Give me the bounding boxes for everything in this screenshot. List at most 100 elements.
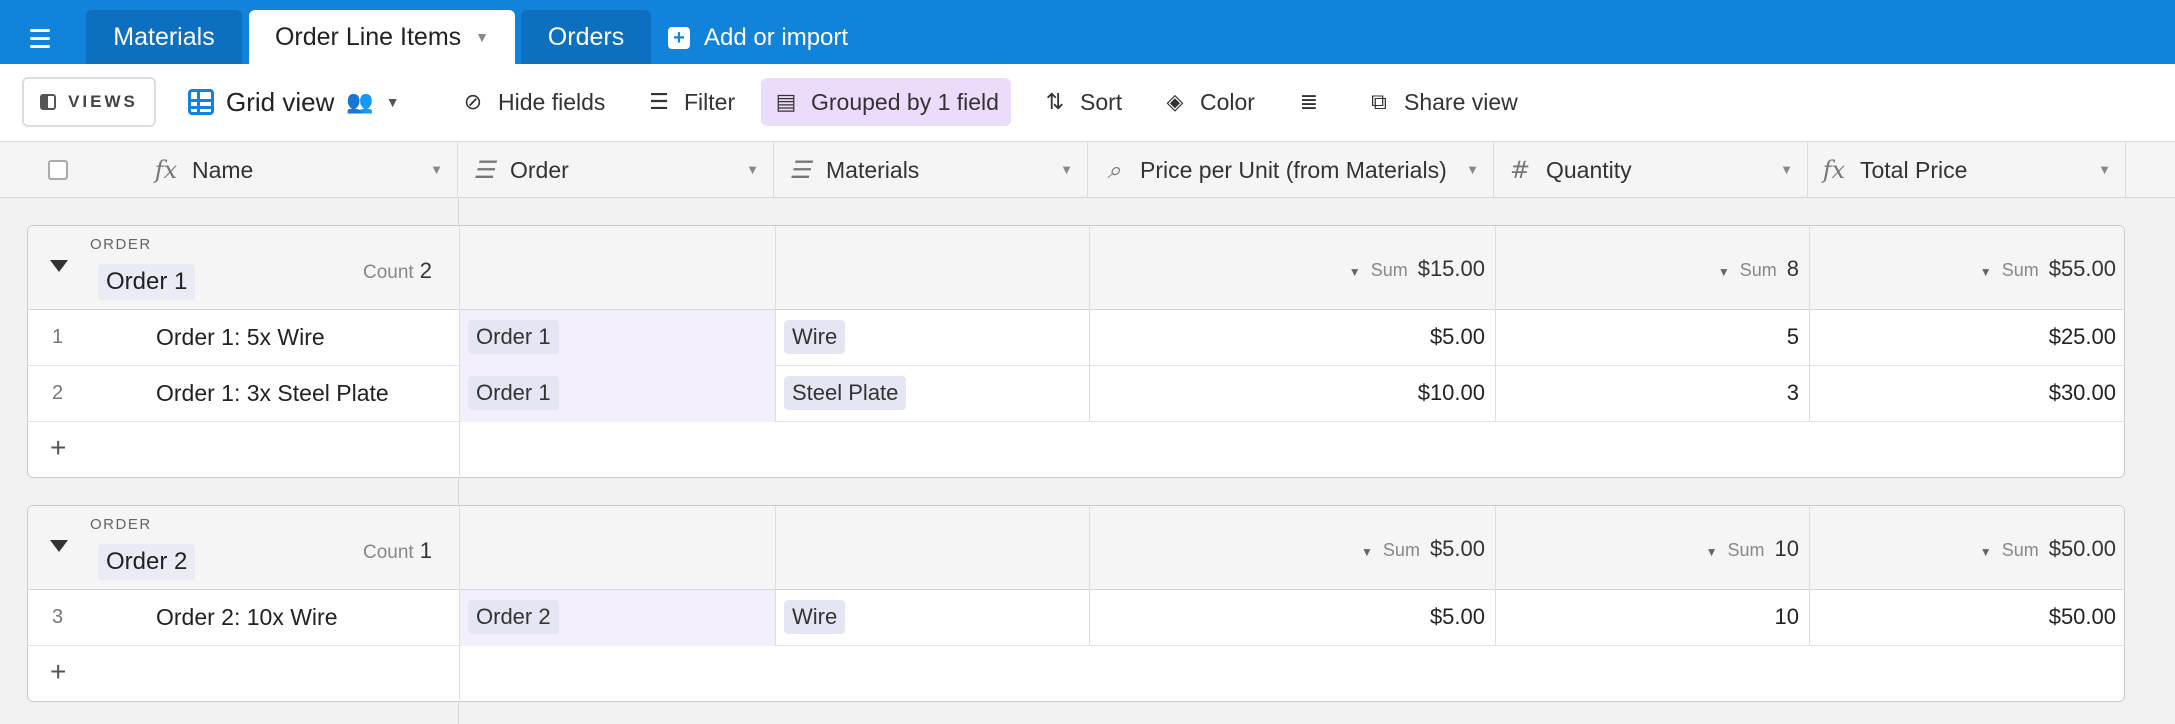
chevron-down-icon[interactable]: ▼: [2098, 162, 2111, 177]
tab-order-line-items[interactable]: Order Line Items ▼: [249, 10, 515, 64]
select-all-checkbox[interactable]: [48, 160, 68, 180]
cell-price-per-unit[interactable]: $5.00: [1089, 310, 1495, 366]
collapse-caret-icon[interactable]: [50, 260, 68, 272]
cell-name[interactable]: Order 2: 10x Wire: [156, 604, 338, 631]
group-count: Count 2: [363, 258, 432, 284]
share-view-button[interactable]: ⧉ Share view: [1354, 78, 1530, 126]
color-label: Color: [1200, 88, 1255, 115]
column-header-quantity[interactable]: # Quantity ▼: [1494, 142, 1808, 198]
number-icon: #: [1509, 156, 1531, 184]
row-height-icon: ≣: [1299, 89, 1319, 114]
cell-name[interactable]: Order 1: 5x Wire: [156, 324, 325, 351]
hide-fields-button[interactable]: ⊘ Hide fields: [448, 78, 617, 126]
cell-price-per-unit[interactable]: $5.00: [1089, 590, 1495, 646]
row-height-button[interactable]: ≣: [1284, 78, 1334, 126]
group-total-summary[interactable]: ▼ Sum $50.00: [1809, 506, 2124, 590]
cell-total-price[interactable]: $30.00: [1809, 366, 2124, 422]
tab-orders[interactable]: Orders: [521, 10, 651, 64]
linked-record-pill[interactable]: Wire: [784, 600, 846, 634]
chevron-down-icon: ▼: [1979, 265, 1992, 279]
group-price-summary[interactable]: ▼ Sum $5.00: [1089, 506, 1495, 590]
plus-icon: +: [668, 27, 690, 49]
group-order-2: ORDER Order 2 Count 1 ▼ Sum $5.00 ▼ Sum 10 ▼ S…: [27, 505, 2125, 702]
table-row[interactable]: 1 Order 1: 5x Wire Order 1 Wire $5.00 5 …: [28, 310, 2124, 366]
add-record-icon[interactable]: +: [50, 656, 66, 688]
linked-record-pill[interactable]: Wire: [784, 320, 846, 354]
column-divider: [459, 422, 460, 476]
chevron-down-icon[interactable]: ▼: [1060, 162, 1073, 177]
cell-order[interactable]: Order 2: [459, 590, 775, 646]
filter-label: Filter: [684, 88, 736, 115]
cell-quantity[interactable]: 3: [1495, 366, 1809, 422]
cell-materials[interactable]: Wire: [775, 310, 1089, 366]
sum-label: Sum: [1370, 260, 1408, 280]
chevron-down-icon[interactable]: ▼: [1780, 162, 1793, 177]
add-or-import-button[interactable]: + Add or import: [668, 18, 848, 58]
linked-record-pill[interactable]: Steel Plate: [784, 376, 907, 410]
chevron-down-icon: ▼: [1717, 265, 1730, 279]
group-count: Count 1: [363, 538, 432, 564]
color-button[interactable]: ◈ Color: [1150, 78, 1267, 126]
group-quantity-summary[interactable]: ▼ Sum 8: [1495, 226, 1809, 310]
linked-record-pill[interactable]: Order 2: [468, 600, 559, 634]
column-label: Materials: [826, 156, 920, 183]
group-total-summary[interactable]: ▼ Sum $55.00: [1809, 226, 2124, 310]
cell-total-price[interactable]: $50.00: [1809, 590, 2124, 646]
linked-record-pill[interactable]: Order 1: [468, 376, 559, 410]
group-materials-cell: [775, 226, 1089, 310]
views-sidebar-button[interactable]: VIEWS: [22, 77, 156, 127]
filter-icon: ☰: [649, 89, 669, 114]
share-view-label: Share view: [1404, 88, 1518, 115]
group-order-cell: [459, 506, 775, 590]
column-header-order[interactable]: ☰ Order ▼: [458, 142, 774, 198]
group-icon: ▤: [775, 89, 797, 114]
filter-button[interactable]: ☰ Filter: [634, 78, 747, 126]
row-number: 2: [52, 382, 64, 404]
add-record-icon[interactable]: +: [50, 432, 66, 464]
hamburger-menu-icon[interactable]: [30, 20, 70, 56]
row-number: 1: [52, 326, 64, 348]
cell-price-per-unit[interactable]: $10.00: [1089, 366, 1495, 422]
add-row[interactable]: +: [28, 422, 2124, 476]
collapse-caret-icon[interactable]: [50, 540, 68, 552]
column-header-price-per-unit[interactable]: ⌕ Price per Unit (from Materials) ▼: [1088, 142, 1494, 198]
sidebar-panel-icon: [40, 94, 57, 110]
eye-slash-icon: ⊘: [463, 89, 483, 114]
column-header-materials[interactable]: ☰ Materials ▼: [774, 142, 1088, 198]
chevron-down-icon[interactable]: ▼: [1466, 162, 1479, 177]
add-row[interactable]: +: [28, 646, 2124, 700]
linked-record-pill[interactable]: Order 1: [468, 320, 559, 354]
group-price-summary[interactable]: ▼ Sum $15.00: [1089, 226, 1495, 310]
sum-value: 10: [1774, 536, 1799, 561]
cell-order[interactable]: Order 1: [459, 366, 775, 422]
group-quantity-summary[interactable]: ▼ Sum 10: [1495, 506, 1809, 590]
chevron-down-icon[interactable]: ▼: [746, 162, 759, 177]
table-row[interactable]: 2 Order 1: 3x Steel Plate Order 1 Steel …: [28, 366, 2124, 422]
cell-order[interactable]: Order 1: [459, 310, 775, 366]
cell-quantity[interactable]: 5: [1495, 310, 1809, 366]
view-toolbar: VIEWS Grid view 👥 ▼ ⊘ Hide fields ☰ Filt…: [0, 64, 2175, 142]
cell-name[interactable]: Order 1: 3x Steel Plate: [156, 380, 389, 407]
chevron-down-icon[interactable]: ▼: [430, 162, 443, 177]
view-switcher[interactable]: Grid view 👥 ▼: [176, 78, 412, 126]
cell-quantity[interactable]: 10: [1495, 590, 1809, 646]
column-header-name[interactable]: fx Name ▼: [140, 142, 458, 198]
sort-button[interactable]: ⇅ Sort: [1030, 78, 1134, 126]
tab-label: Materials: [113, 22, 215, 51]
table-row[interactable]: 3 Order 2: 10x Wire Order 2 Wire $5.00 1…: [28, 590, 2124, 646]
cell-materials[interactable]: Steel Plate: [775, 366, 1089, 422]
cell-total-price[interactable]: $25.00: [1809, 310, 2124, 366]
group-button[interactable]: ▤ Grouped by 1 field: [761, 78, 1011, 126]
views-label: VIEWS: [68, 92, 138, 111]
cell-materials[interactable]: Wire: [775, 590, 1089, 646]
chevron-down-icon: ▼: [385, 94, 400, 110]
count-value: 1: [419, 538, 432, 563]
chevron-down-icon[interactable]: ▼: [475, 29, 489, 45]
link-field-icon: ☰: [473, 156, 495, 184]
cell-value: $30.00: [2048, 380, 2116, 405]
chevron-down-icon: ▼: [1361, 545, 1373, 559]
cell-value: $10.00: [1417, 380, 1485, 405]
tab-materials[interactable]: Materials: [86, 10, 242, 64]
column-header-total-price[interactable]: fx Total Price ▼: [1808, 142, 2126, 198]
formula-icon: fx: [1822, 156, 1846, 184]
